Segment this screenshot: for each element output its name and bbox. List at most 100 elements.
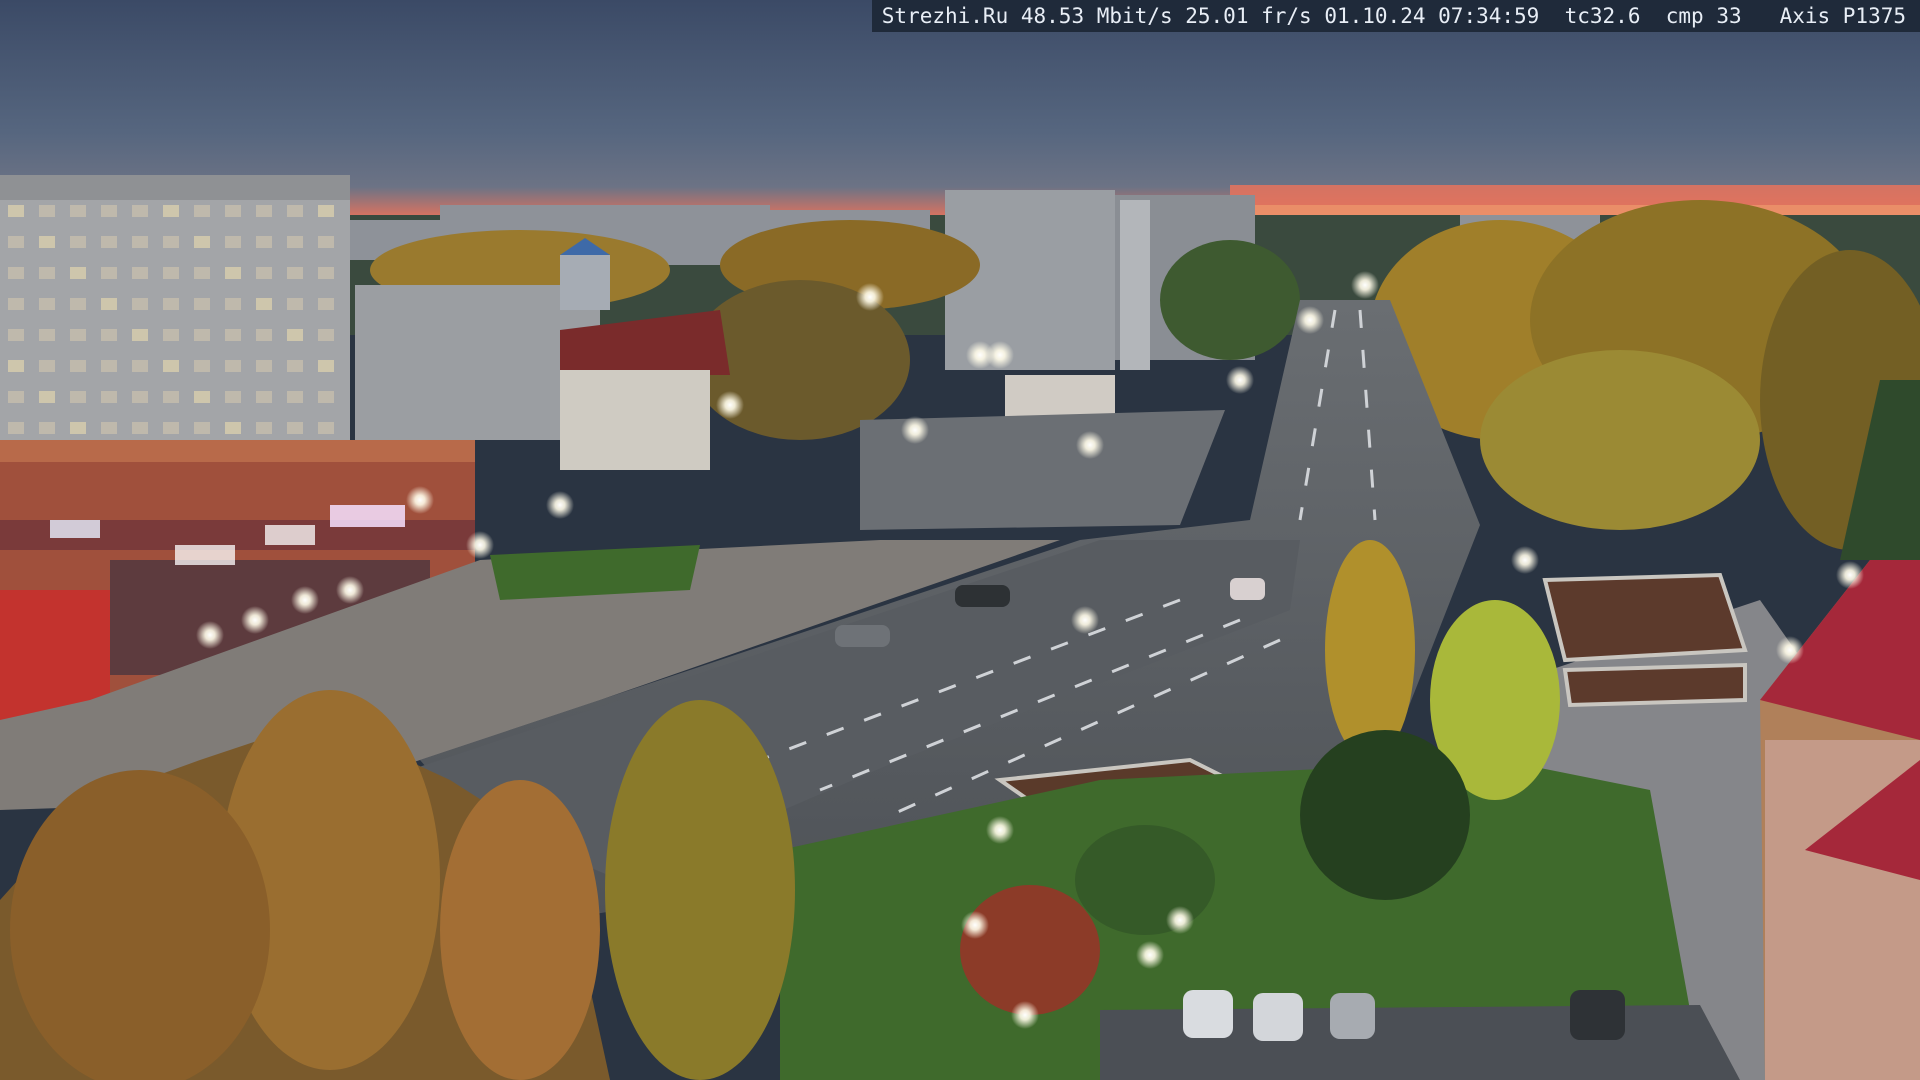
- osd-framerate: 25.01 fr/s: [1185, 4, 1312, 28]
- building-window: [132, 267, 148, 279]
- building-window: [70, 205, 86, 217]
- building-window: [8, 329, 24, 341]
- building-window: [8, 391, 24, 403]
- street-light-glow: [1511, 546, 1539, 574]
- building-window: [132, 329, 148, 341]
- street-light-glow: [856, 283, 884, 311]
- street-light-glow: [1776, 636, 1804, 664]
- osd-time: 07:34:59: [1438, 4, 1540, 28]
- building-window: [287, 298, 303, 310]
- building-window: [101, 267, 117, 279]
- street-light-glow: [466, 531, 494, 559]
- building-window: [39, 391, 55, 403]
- building-window: [256, 422, 272, 434]
- building-window: [132, 205, 148, 217]
- building-window: [287, 360, 303, 372]
- building-window: [101, 360, 117, 372]
- street-light-glow: [1836, 561, 1864, 589]
- osd-date: 01.10.24: [1324, 4, 1426, 28]
- street-light-glow: [1011, 1001, 1039, 1029]
- building-window: [70, 391, 86, 403]
- building-window: [225, 236, 241, 248]
- city-street-webcam-scene: [0, 0, 1920, 1080]
- street-light-glow: [1166, 906, 1194, 934]
- building-window: [256, 391, 272, 403]
- building-window: [132, 298, 148, 310]
- building-window: [256, 298, 272, 310]
- building-window: [101, 391, 117, 403]
- street-light-glow: [546, 491, 574, 519]
- building-window: [318, 422, 334, 434]
- building-window: [287, 205, 303, 217]
- building-window: [39, 267, 55, 279]
- building-window: [163, 298, 179, 310]
- building-window: [225, 267, 241, 279]
- street-light-glow: [1226, 366, 1254, 394]
- building-window: [163, 360, 179, 372]
- building-window: [194, 236, 210, 248]
- building-window: [8, 422, 24, 434]
- street-light-glow: [406, 486, 434, 514]
- building-window: [39, 236, 55, 248]
- street-light-glow: [1296, 306, 1324, 334]
- building-window: [194, 298, 210, 310]
- building-window: [287, 422, 303, 434]
- building-window: [194, 391, 210, 403]
- street-light-glow: [961, 911, 989, 939]
- building-window: [39, 205, 55, 217]
- building-window: [8, 267, 24, 279]
- building-window: [39, 298, 55, 310]
- building-window: [256, 329, 272, 341]
- building-window: [70, 267, 86, 279]
- building-window: [132, 360, 148, 372]
- building-window: [132, 422, 148, 434]
- osd-site: Strezhi.Ru: [881, 4, 1009, 28]
- building-window: [163, 391, 179, 403]
- building-window: [163, 267, 179, 279]
- building-window: [39, 329, 55, 341]
- street-light-glow: [336, 576, 364, 604]
- building-window: [225, 360, 241, 372]
- building-window: [101, 298, 117, 310]
- building-window: [70, 236, 86, 248]
- building-window: [225, 391, 241, 403]
- building-window: [256, 205, 272, 217]
- street-light-glow: [1136, 941, 1164, 969]
- building-window: [318, 329, 334, 341]
- street-light-glow: [1071, 606, 1099, 634]
- building-window: [225, 205, 241, 217]
- building-window: [287, 329, 303, 341]
- building-window: [318, 391, 334, 403]
- building-window: [8, 298, 24, 310]
- building-window: [194, 422, 210, 434]
- street-light-glow: [986, 816, 1014, 844]
- building-window: [256, 236, 272, 248]
- building-window: [287, 236, 303, 248]
- red-roof-building: [560, 310, 730, 470]
- osd-camera-model: Axis P1375: [1779, 4, 1906, 28]
- building-window: [318, 360, 334, 372]
- building-window: [194, 329, 210, 341]
- building-window: [194, 205, 210, 217]
- building-window: [8, 205, 24, 217]
- street-light-glow: [1076, 431, 1104, 459]
- building-window: [70, 298, 86, 310]
- osd-bitrate: 48.53 Mbit/s: [1020, 4, 1173, 28]
- building-window: [225, 329, 241, 341]
- building-window: [101, 329, 117, 341]
- building-window: [132, 391, 148, 403]
- building-window: [70, 329, 86, 341]
- building-window: [225, 298, 241, 310]
- building-window: [194, 267, 210, 279]
- street-light-glow: [716, 391, 744, 419]
- building-window: [39, 422, 55, 434]
- building-window: [318, 298, 334, 310]
- building-window: [39, 360, 55, 372]
- street-light-glow: [901, 416, 929, 444]
- small-pavilion: [1005, 375, 1115, 420]
- building-window: [194, 360, 210, 372]
- building-window: [318, 236, 334, 248]
- building-window: [256, 267, 272, 279]
- building-window: [101, 205, 117, 217]
- building-window: [318, 205, 334, 217]
